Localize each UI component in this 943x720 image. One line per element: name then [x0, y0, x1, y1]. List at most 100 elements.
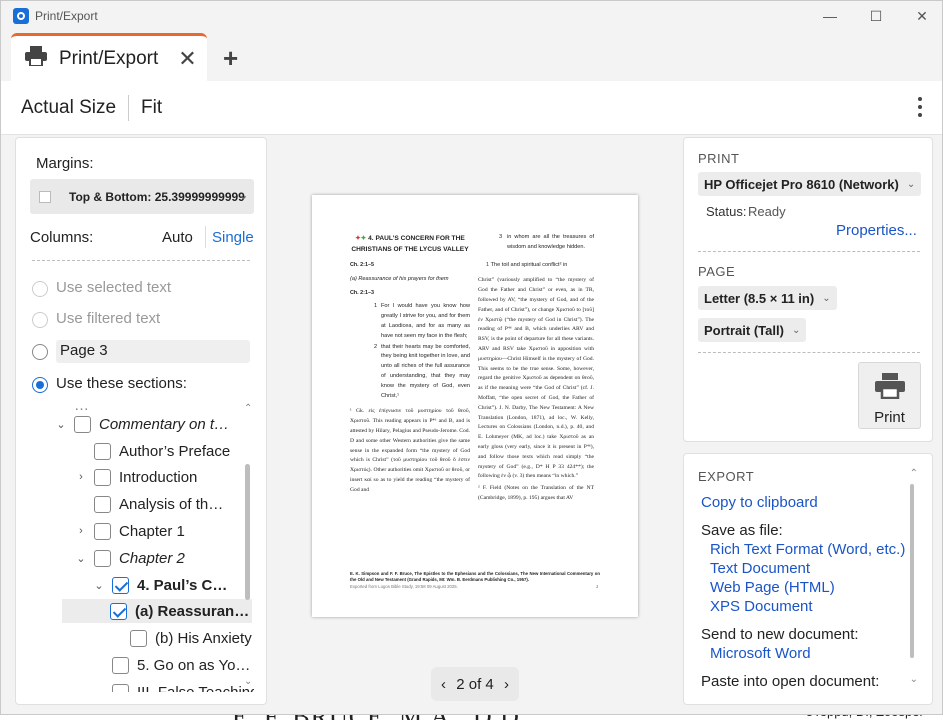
columns-single-button[interactable]: Single [212, 229, 254, 246]
maximize-button[interactable]: ☐ [853, 1, 899, 31]
use-selected-text-radio[interactable] [32, 281, 48, 297]
tree-checkbox[interactable] [74, 415, 91, 433]
tree-scrollbar[interactable] [245, 464, 250, 600]
note-1: 1 The toil and spiritual conflict² in [486, 261, 568, 268]
printer-dropdown[interactable]: HP Officejet Pro 8610 (Network) ⌄ [698, 172, 922, 196]
page-navigator: ‹ 2 of 4 › [431, 667, 519, 701]
paste-open-label: Paste into open document: [701, 673, 880, 690]
print-preview: ✦✦ 4. PAUL’S CONCERN FOR THE CHRISTIANS … [271, 137, 679, 705]
tree-checkbox[interactable] [94, 468, 111, 486]
page-number: 2 [596, 584, 599, 589]
export-xps-link[interactable]: XPS Document [710, 598, 813, 615]
tree-item[interactable]: ⌄ 4. Paul’s Concern for the Christians o… [92, 573, 233, 597]
tree-item[interactable]: III. False Teaching [92, 680, 254, 692]
footnote-1: ¹ Gk. εἰς ἐπίγνωσιν τοῦ μυστηρίου τοῦ θε… [350, 408, 470, 493]
actual-size-button[interactable]: Actual Size [9, 97, 128, 119]
tree-checkbox[interactable] [94, 495, 111, 513]
page-range-input[interactable]: Page 3 [56, 340, 250, 363]
columns-divider [205, 226, 206, 248]
tab-bar: Print/Export ✕ + [1, 31, 942, 81]
save-as-label: Save as file: [701, 522, 783, 539]
options-panel: Margins: Top & Bottom: 25.399999999999 ⌄… [15, 137, 267, 705]
footnote-2: ² F. Field (Notes on the Translation of … [478, 485, 594, 501]
preview-page: ✦✦ 4. PAUL’S CONCERN FOR THE CHRISTIANS … [312, 195, 638, 617]
microsoft-word-link[interactable]: Microsoft Word [710, 645, 811, 662]
export-scrollbar[interactable] [910, 484, 914, 658]
use-sections-radio[interactable] [32, 377, 48, 393]
new-tab-button[interactable]: + [223, 43, 238, 74]
tree-item-selected[interactable]: (a) Reassurance of his prayers for them [62, 599, 252, 623]
chevron-right-icon[interactable]: › [74, 525, 88, 537]
minimize-button[interactable]: — [807, 1, 853, 31]
page-section-title: PAGE [698, 264, 736, 279]
export-text-link[interactable]: Text Document [710, 560, 810, 577]
tree-checkbox[interactable] [112, 683, 129, 692]
app-icon [13, 8, 29, 24]
copy-to-clipboard-link[interactable]: Copy to clipboard [701, 494, 818, 511]
page-range-radio[interactable] [32, 344, 48, 360]
chevron-down-icon: ⌄ [238, 190, 248, 202]
tree-item[interactable]: › Chapter 1 [74, 519, 185, 543]
margins-checkbox[interactable] [39, 190, 51, 203]
tree-checkbox-checked[interactable] [112, 576, 129, 594]
page-heading: ✦✦ 4. PAUL’S CONCERN FOR THE CHRISTIANS … [351, 235, 469, 253]
tree-checkbox[interactable] [94, 549, 111, 567]
verse-1: 1 For I would have you know how greatly I… [374, 303, 470, 339]
scroll-up-icon[interactable]: ⌃ [244, 403, 252, 414]
chevron-right-icon[interactable]: › [74, 471, 88, 483]
exported-note: Exported from Logos Bible Study, 19:58 0… [350, 584, 458, 589]
chevron-down-icon[interactable]: ⌄ [74, 552, 88, 565]
chevron-down-icon[interactable]: ⌄ [92, 579, 106, 592]
page-footer: E. K. Simpson and F. F. Bruce, The Epist… [350, 571, 600, 582]
export-html-link[interactable]: Web Page (HTML) [710, 579, 835, 596]
tree-item[interactable]: Analysis of the Epistle [74, 492, 231, 516]
close-window-button[interactable]: ✕ [899, 1, 942, 31]
tree-item[interactable]: Author’s Preface [74, 439, 230, 463]
export-section: EXPORT ⌃ Copy to clipboard Save as file:… [683, 453, 933, 705]
tree-checkbox-checked[interactable] [110, 602, 127, 620]
status-label: Status: [706, 204, 747, 219]
export-rtf-link[interactable]: Rich Text Format (Word, etc.) [710, 541, 905, 558]
chevron-down-icon: ⌄ [791, 324, 801, 336]
tree-item[interactable]: ⌄ Commentary on the Epistles to the Ephe… [54, 412, 235, 436]
orientation-dropdown[interactable]: Portrait (Tall) ⌄ [698, 318, 807, 342]
use-filtered-text-radio[interactable] [32, 312, 48, 328]
scroll-down-icon[interactable]: ⌄ [910, 674, 918, 685]
tree-checkbox[interactable] [94, 442, 111, 460]
tree-item[interactable]: (b) His Anxiety [110, 626, 252, 650]
close-tab-icon[interactable]: ✕ [178, 46, 196, 72]
next-page-button[interactable]: › [504, 676, 509, 693]
verse-3: 3 in whom are all the treasures of wisdom… [499, 234, 594, 250]
properties-link[interactable]: Properties... [836, 222, 917, 239]
page-right-column: 3 in whom are all the treasures of wisdom… [478, 233, 594, 504]
chevron-down-icon[interactable]: ⌄ [54, 418, 68, 431]
scroll-up-icon[interactable]: ⌃ [910, 468, 918, 479]
divider [32, 260, 250, 261]
divider [698, 352, 920, 353]
tree-item[interactable]: 5. Go on as You Began [92, 653, 254, 677]
tab-label: Print/Export [59, 47, 159, 69]
scroll-down-icon[interactable]: ⌄ [244, 676, 252, 687]
print-export-window: Print/Export — ☐ ✕ Print/Export ✕ + Actu… [0, 0, 943, 715]
previous-page-button[interactable]: ‹ [441, 676, 446, 693]
use-sections-label: Use these sections: [56, 375, 187, 392]
fit-button[interactable]: Fit [129, 97, 174, 119]
more-options-icon[interactable] [918, 97, 922, 117]
tree-item[interactable]: ⌄ Chapter 2 [74, 546, 185, 570]
tree-checkbox[interactable] [94, 522, 111, 540]
margins-value: Top & Bottom: 25.399999999999 [69, 189, 245, 204]
tree-checkbox[interactable] [130, 629, 147, 647]
tree-checkbox[interactable] [112, 656, 129, 674]
paper-size-dropdown[interactable]: Letter (8.5 × 11 in) ⌄ [698, 286, 837, 310]
chevron-down-icon: ⌄ [822, 292, 831, 304]
print-button[interactable]: Print [858, 362, 921, 429]
sections-tree: … ⌄ Commentary on the Epistles to the Ep… [16, 396, 254, 692]
margins-dropdown[interactable]: Top & Bottom: 25.399999999999 ⌄ [30, 179, 254, 214]
print-section: PRINT HP Officejet Pro 8610 (Network) ⌄ S… [683, 137, 933, 442]
columns-auto-button[interactable]: Auto [162, 229, 193, 246]
status-value: Ready [748, 204, 786, 219]
send-to-new-label: Send to new document: [701, 626, 859, 643]
use-filtered-text-label: Use filtered text [56, 310, 161, 327]
tree-item[interactable]: › Introduction [74, 465, 197, 489]
tab-print-export[interactable]: Print/Export ✕ [11, 33, 207, 81]
